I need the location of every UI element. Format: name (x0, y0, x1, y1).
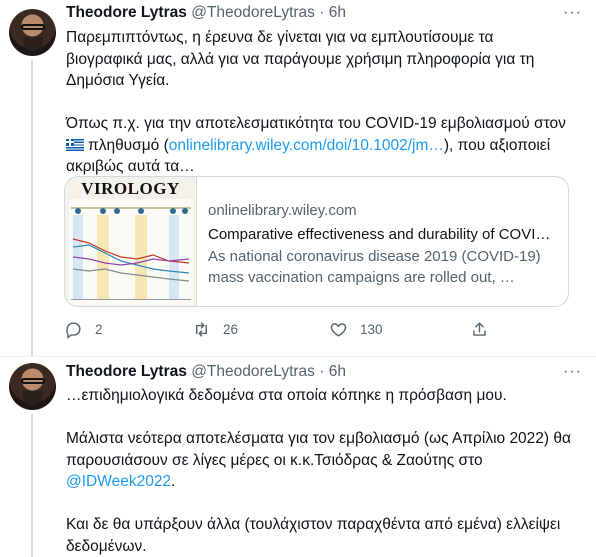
tweet-text: …επιδημιολογικά δεδομένα στα οποία κόπηκ… (66, 385, 576, 557)
avatar-glasses (21, 378, 45, 384)
retweet-icon (196, 322, 207, 337)
author-name[interactable]: Theodore Lytras (66, 4, 187, 21)
tweet-text: Παρεμπιπτόντως, η έρευνα δε γίνεται για … (66, 27, 576, 178)
tweet-line: Δημόσια Υγεία. (66, 72, 170, 89)
tweet[interactable]: Theodore Lytras @TheodoreLytras · 6h ···… (0, 0, 596, 356)
more-icon[interactable]: ··· (563, 363, 582, 381)
tweet-time[interactable]: 6h (329, 4, 346, 21)
avatar-beard (23, 37, 43, 51)
card-body: onlinelibrary.wiley.com Comparative effe… (208, 201, 563, 288)
reply-button[interactable]: 2 (64, 320, 103, 339)
card-title: Comparative effectiveness and durability… (208, 226, 551, 243)
thread-line (31, 414, 33, 557)
retweet-count: 26 (223, 322, 239, 337)
separator-dot: · (319, 4, 325, 21)
avatar[interactable] (9, 363, 56, 410)
author-name[interactable]: Theodore Lytras (66, 363, 187, 380)
tweet-header: Theodore Lytras @TheodoreLytras · 6h (66, 363, 346, 383)
author-handle[interactable]: @TheodoreLytras (191, 363, 315, 380)
reply-count: 2 (95, 322, 103, 337)
tweet-header: Theodore Lytras @TheodoreLytras · 6h (66, 4, 346, 24)
line-text: . (171, 473, 176, 490)
share-icon (473, 322, 486, 336)
thumbnail-figure (69, 199, 193, 305)
line-text: ), που αξιοποιεί (443, 136, 551, 154)
avatar[interactable] (9, 9, 56, 56)
tweet-line: Όπως π.χ. για την αποτελεσματικότητα του… (66, 115, 566, 132)
line-text: πληθυσμό ( (88, 136, 169, 154)
avatar-beard (23, 391, 43, 405)
separator-dot: · (319, 363, 325, 380)
card-desc-line: As national coronavirus disease 2019 (CO… (208, 248, 541, 265)
tweet-actions: 2 26 130 (64, 320, 494, 342)
thread-line (31, 60, 33, 356)
tweet-line: Και δε θα υπάρξουν άλλα (τουλάχιστον παρ… (66, 516, 561, 533)
tweet[interactable]: Theodore Lytras @TheodoreLytras · 6h ···… (0, 357, 596, 557)
mention-link[interactable]: @IDWeek2022 (66, 473, 171, 490)
tweet-line: …επιδημιολογικά δεδομένα στα οποία κόπηκ… (66, 387, 507, 404)
like-icon (330, 323, 347, 337)
reply-icon (66, 322, 81, 339)
greek-flag-icon (66, 138, 84, 151)
tweet-line: ακριβώς αυτά τα… (66, 158, 195, 175)
avatar-glasses (21, 24, 45, 30)
tweet-line: Μάλιστα νεότερα αποτελέσματα για τον εμβ… (66, 430, 571, 447)
like-button[interactable]: 130 (329, 320, 383, 339)
share-button[interactable] (470, 320, 501, 339)
journal-title: VIROLOGY (81, 179, 180, 198)
link-card[interactable]: VIROLOGY onlinelibrary.wiley.com Compara… (64, 176, 569, 307)
tweet-line: δεδομένων. (66, 537, 147, 555)
card-desc-line: mass vaccination campaigns are rolled ou… (208, 269, 515, 286)
author-handle[interactable]: @TheodoreLytras (191, 4, 315, 21)
tweet-line: πληθυσμό (onlinelibrary.wiley.com/doi/10… (66, 135, 576, 157)
tweet-line: βιογραφικά μας, αλλά για να παράγουμε χρ… (66, 50, 535, 68)
card-thumbnail: VIROLOGY (65, 177, 197, 306)
tweet-line: Παρεμπιπτόντως, η έρευνα δε γίνεται για … (66, 29, 494, 46)
tweet-line: παρουσιάσουν σε λίγες μέρες οι κ.κ.Τσιόδ… (66, 451, 483, 469)
more-icon[interactable]: ··· (563, 4, 582, 22)
retweet-button[interactable]: 26 (192, 320, 238, 339)
tweet-time[interactable]: 6h (329, 363, 346, 380)
card-domain: onlinelibrary.wiley.com (208, 202, 357, 219)
card-description: As national coronavirus disease 2019 (CO… (208, 246, 563, 288)
like-count: 130 (360, 322, 383, 337)
article-link[interactable]: onlinelibrary.wiley.com/doi/10.1002/jm… (169, 137, 444, 154)
tweet-line: @IDWeek2022. (66, 471, 576, 493)
